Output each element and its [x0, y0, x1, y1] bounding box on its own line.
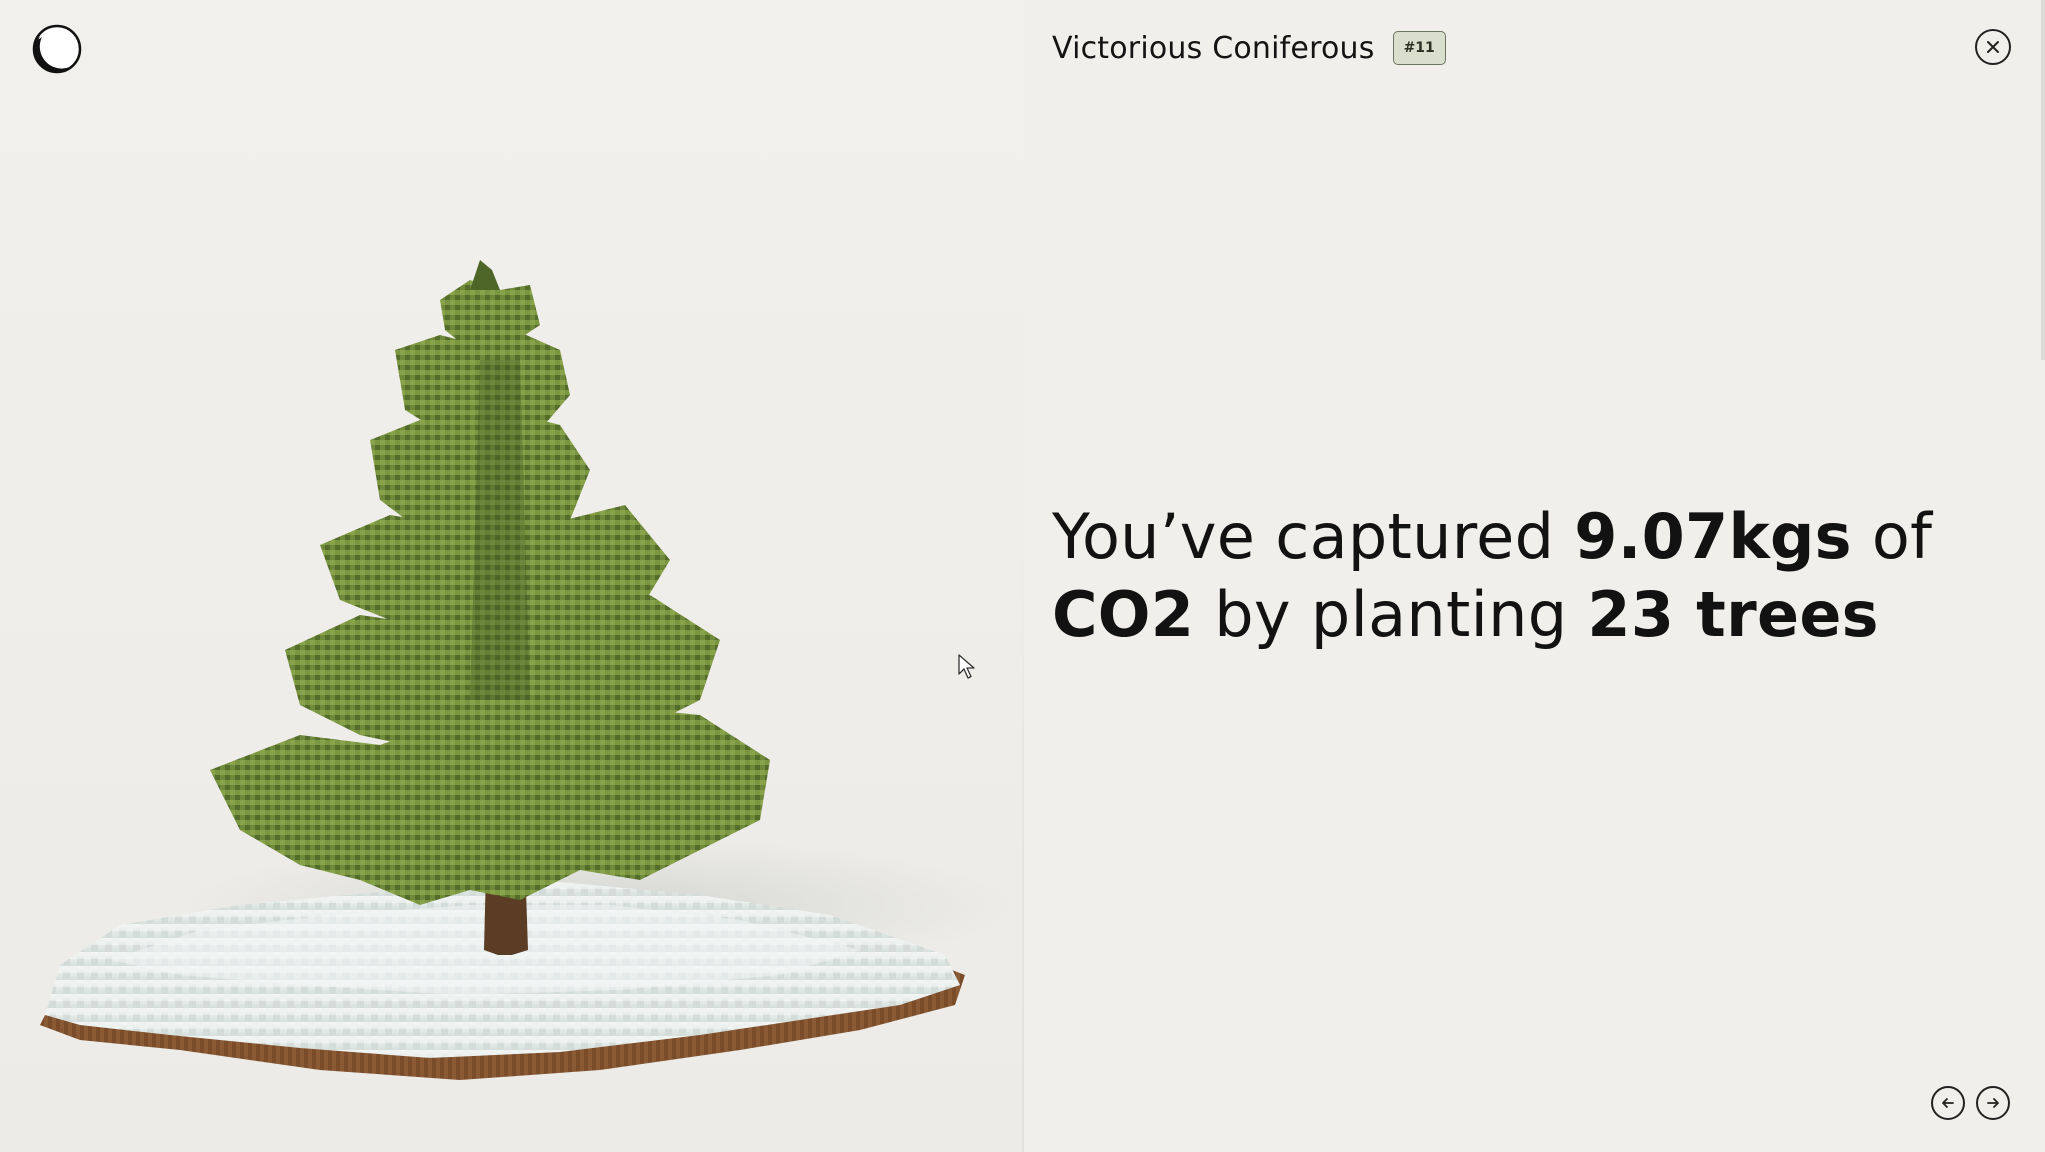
previous-button[interactable] — [1931, 1086, 1965, 1120]
co2-kgs-value: 9.07kgs — [1574, 500, 1852, 573]
close-button[interactable] — [1975, 29, 2011, 65]
headline-text-2: of — [1851, 500, 1933, 573]
scene-divider — [1022, 540, 1024, 1152]
co2-summary-headline: You’ve captured 9.07kgs of CO2 by planti… — [1052, 498, 1952, 654]
headline-text-1: You’ve captured — [1052, 500, 1575, 573]
co2-label: CO2 — [1052, 578, 1195, 651]
close-icon — [1987, 41, 1999, 53]
trees-count-value: 23 trees — [1587, 578, 1879, 651]
page: Victorious Coniferous #11 You’ve capture… — [0, 0, 2045, 1152]
tree-number-badge: #11 — [1392, 31, 1446, 65]
page-title: Victorious Coniferous — [1052, 30, 1375, 66]
arrow-left-icon — [1942, 1098, 1954, 1108]
moon-globe-logo[interactable] — [32, 24, 82, 74]
tree-foliage — [210, 260, 770, 905]
scrollbar[interactable] — [2041, 0, 2045, 360]
next-button[interactable] — [1976, 1086, 2010, 1120]
tree-scene — [0, 0, 1024, 1152]
headline-text-3: by planting — [1194, 578, 1588, 651]
arrow-right-icon — [1987, 1098, 1999, 1108]
mouse-cursor-icon — [958, 654, 975, 679]
voxel-tree-illustration — [40, 260, 1020, 1080]
header: Victorious Coniferous #11 — [1052, 28, 1446, 68]
